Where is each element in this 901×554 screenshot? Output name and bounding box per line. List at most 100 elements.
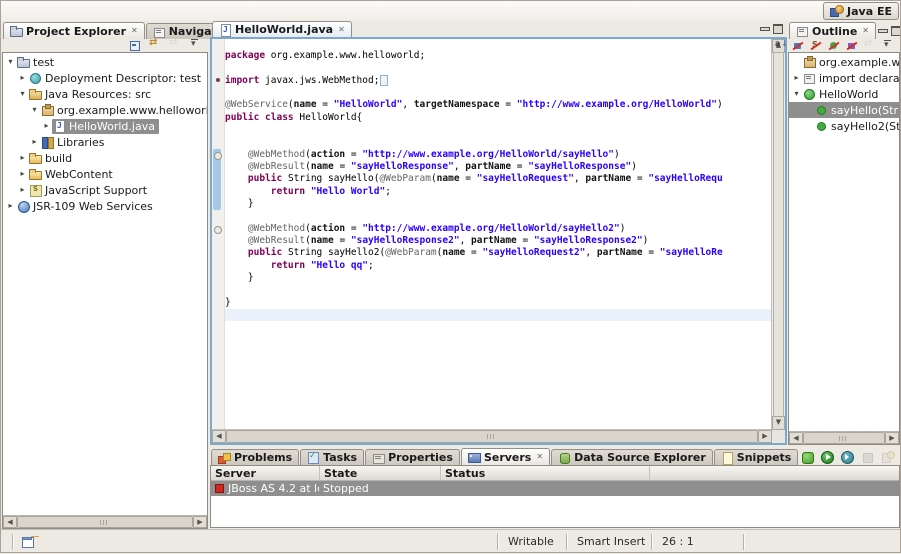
code-line[interactable] — [225, 309, 772, 321]
scroll-left-icon[interactable]: ◀ — [3, 516, 17, 528]
project-explorer-item-build[interactable]: build — [3, 150, 207, 166]
code-line[interactable]: return "Hello qq"; — [225, 260, 772, 272]
project-explorer-item-deployment-descriptor-test[interactable]: Deployment Descriptor: test — [3, 70, 207, 86]
outline-hscroll-thumb[interactable] — [803, 432, 885, 444]
code-line[interactable]: @WebResult(name = "sayHelloResponse2", p… — [225, 235, 772, 247]
code-area[interactable]: package org.example.www.helloworld; impo… — [225, 39, 772, 430]
twistie-icon[interactable] — [5, 54, 16, 70]
bottom-tab-data-source-explorer[interactable]: Data Source Explorer — [551, 449, 713, 465]
fast-view-icon[interactable] — [22, 536, 35, 548]
code-line[interactable]: package org.example.www.helloworld; — [225, 50, 772, 62]
bottom-tab-problems[interactable]: Problems — [211, 449, 299, 465]
column-header-status[interactable]: Status — [441, 466, 650, 480]
start-server-button[interactable] — [820, 450, 835, 463]
scroll-right-icon[interactable]: ▶ — [885, 432, 899, 444]
outline-maximize-icon[interactable] — [891, 26, 901, 36]
project-explorer-item-webcontent[interactable]: WebContent — [3, 166, 207, 182]
twistie-icon[interactable] — [5, 198, 16, 214]
code-line[interactable]: } — [225, 272, 772, 284]
server-row[interactable]: JBoss AS 4.2 at lcStopped — [211, 481, 899, 496]
project-explorer-item-jsr-109-web-services[interactable]: JSR-109 Web Services — [3, 198, 207, 214]
hide-fields-button[interactable] — [792, 39, 805, 52]
bottom-tab-tasks[interactable]: Tasks — [300, 449, 364, 465]
perspective-button-java-ee[interactable]: Java EE — [823, 2, 899, 20]
project-explorer-hscroll-thumb[interactable] — [17, 516, 193, 528]
twistie-icon[interactable] — [29, 134, 40, 150]
outline-item-helloworld[interactable]: HelloWorld — [789, 86, 899, 102]
code-line[interactable]: } — [225, 198, 772, 210]
outline-hscrollbar[interactable]: ◀▶ — [789, 431, 899, 444]
twistie-icon[interactable] — [17, 150, 28, 166]
outline-item-sayhello2-strin[interactable]: sayHello2(Strin — [789, 118, 899, 134]
column-header-server[interactable]: Server — [211, 466, 320, 480]
bottom-tab-properties[interactable]: Properties — [365, 449, 460, 465]
close-icon[interactable] — [338, 26, 345, 34]
code-line[interactable] — [225, 62, 772, 74]
outline-tab-outline[interactable]: Outline — [789, 22, 876, 39]
close-icon[interactable] — [131, 27, 138, 35]
sort-button[interactable] — [774, 39, 787, 52]
hide-non-public-members-button[interactable] — [828, 39, 841, 52]
collapse-all-button[interactable] — [128, 39, 143, 52]
close-icon[interactable] — [862, 27, 869, 35]
outline-item-import-declaratio[interactable]: import declaratio — [789, 70, 899, 86]
twistie-icon[interactable] — [17, 70, 28, 86]
code-line[interactable]: public String sayHello(@WebParam(name = … — [225, 173, 772, 185]
view-menu-button[interactable] — [188, 39, 203, 52]
editor-hscroll-thumb[interactable] — [226, 430, 758, 443]
hide-local-types-button[interactable] — [846, 39, 859, 52]
code-line[interactable]: @WebResult(name = "sayHelloResponse", pa… — [225, 161, 772, 173]
editor-hscrollbar[interactable]: ◀ ▶ — [212, 429, 772, 443]
editor-annotation-ruler[interactable] — [212, 39, 225, 430]
code-line[interactable] — [225, 87, 772, 99]
scroll-right-icon[interactable]: ▶ — [758, 430, 772, 443]
twistie-icon[interactable] — [17, 86, 28, 102]
code-line[interactable] — [225, 124, 772, 136]
project-explorer-tab-project-explorer[interactable]: Project Explorer — [3, 22, 145, 39]
bottom-tab-snippets[interactable]: Snippets — [714, 449, 799, 465]
twistie-icon[interactable] — [791, 86, 802, 102]
project-explorer-item-org-example-www-helloworld[interactable]: org.example.www.helloworld — [3, 102, 207, 118]
twistie-icon[interactable] — [29, 102, 40, 118]
project-explorer-item-helloworld-java[interactable]: HelloWorld.java — [3, 118, 207, 134]
code-line[interactable] — [225, 136, 772, 148]
column-header-state[interactable]: State — [320, 466, 441, 480]
code-line[interactable]: public String sayHello2(@WebParam(name =… — [225, 247, 772, 259]
editor-vscroll-thumb[interactable] — [773, 52, 784, 417]
twistie-icon[interactable] — [17, 182, 28, 198]
hide-static-members-button[interactable] — [810, 39, 823, 52]
twistie-icon[interactable] — [41, 118, 52, 134]
code-line[interactable] — [225, 210, 772, 222]
code-line[interactable]: return "Hello World"; — [225, 186, 772, 198]
scroll-down-icon[interactable]: ▼ — [772, 416, 785, 430]
code-line[interactable]: public class HelloWorld{ — [225, 112, 772, 124]
debug-server-button[interactable] — [800, 450, 815, 463]
project-explorer-item-javascript-support[interactable]: JavaScript Support — [3, 182, 207, 198]
outline-item-sayhello-string[interactable]: sayHello(String — [789, 102, 899, 118]
code-line[interactable]: @WebMethod(action = "http://www.example.… — [225, 149, 772, 161]
project-explorer-item-java-resources-src[interactable]: Java Resources: src — [3, 86, 207, 102]
scroll-left-icon[interactable]: ◀ — [789, 432, 803, 444]
project-explorer-item-test[interactable]: test — [3, 54, 207, 70]
editor-vscrollbar[interactable]: ▲ ▼ — [771, 39, 785, 430]
editor-tab-helloworld-java[interactable]: HelloWorld.java — [212, 21, 352, 37]
editor-minimize-icon[interactable] — [760, 27, 770, 31]
view-menu-button[interactable] — [882, 39, 895, 52]
outline-item-org-example-www[interactable]: org.example.www — [789, 54, 899, 70]
bottom-tab-servers[interactable]: Servers — [461, 448, 550, 465]
scroll-right-icon[interactable]: ▶ — [193, 516, 207, 528]
code-line[interactable]: } — [225, 297, 772, 309]
editor-maximize-icon[interactable] — [773, 24, 783, 34]
close-icon[interactable] — [536, 453, 543, 461]
profile-server-button[interactable] — [840, 450, 855, 463]
twistie-icon[interactable] — [17, 166, 28, 182]
code-line[interactable]: import javax.jws.WebMethod; — [225, 75, 772, 87]
outline-minimize-icon[interactable] — [878, 29, 888, 33]
code-line[interactable] — [225, 284, 772, 296]
project-explorer-item-libraries[interactable]: Libraries — [3, 134, 207, 150]
code-line[interactable]: @WebMethod(action = "http://www.example.… — [225, 223, 772, 235]
project-explorer-hscrollbar[interactable]: ◀▶ — [3, 515, 207, 528]
link-with-editor-button[interactable] — [148, 39, 163, 52]
scroll-left-icon[interactable]: ◀ — [212, 430, 226, 443]
code-line[interactable]: @WebService(name = "HelloWorld", targetN… — [225, 99, 772, 111]
